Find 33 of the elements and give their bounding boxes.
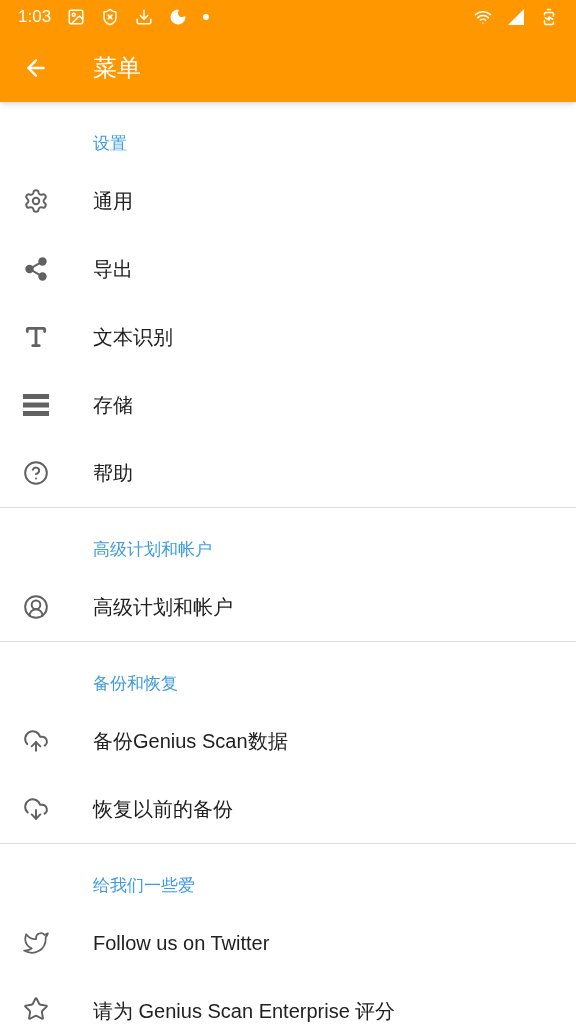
storage-icon xyxy=(23,394,49,416)
cloud-upload-icon xyxy=(23,728,49,754)
moon-icon xyxy=(169,8,188,26)
bird-icon xyxy=(23,930,49,956)
cloud-download-icon xyxy=(23,796,49,822)
menu-item[interactable]: 文本识别 xyxy=(0,303,576,371)
page-title: 菜单 xyxy=(93,53,141,83)
signal-icon xyxy=(508,9,524,25)
share-icon xyxy=(23,256,49,282)
status-time: 1:03 xyxy=(18,6,52,29)
menu-item[interactable]: 恢复以前的备份 xyxy=(0,775,576,843)
text-icon xyxy=(23,324,49,350)
shield-icon xyxy=(101,8,120,26)
menu-item[interactable]: 导出 xyxy=(0,235,576,303)
star-icon xyxy=(23,996,49,1022)
wifi-icon xyxy=(474,8,492,26)
menu-item[interactable]: 高级计划和帐户 xyxy=(0,573,576,641)
menu-item[interactable]: 通用 xyxy=(0,167,576,235)
section-header: 设置 xyxy=(93,134,127,153)
menu-item[interactable]: 存储 xyxy=(0,371,576,439)
account-icon xyxy=(23,594,49,620)
menu-item[interactable]: Follow us on Twitter xyxy=(0,909,576,977)
section-header: 高级计划和帐户 xyxy=(93,540,212,559)
section-header: 给我们一些爱 xyxy=(93,876,195,895)
dot-icon xyxy=(203,14,210,20)
settings-icon xyxy=(23,188,49,214)
menu-item[interactable]: 请为 Genius Scan Enterprise 评分 xyxy=(0,977,576,1023)
menu-item[interactable]: 备份Genius Scan数据 xyxy=(0,707,576,775)
section-header: 备份和恢复 xyxy=(93,674,178,693)
help-icon xyxy=(23,460,49,486)
menu-item[interactable]: 帮助 xyxy=(0,439,576,507)
download-icon xyxy=(135,8,154,26)
image-icon xyxy=(67,8,86,26)
